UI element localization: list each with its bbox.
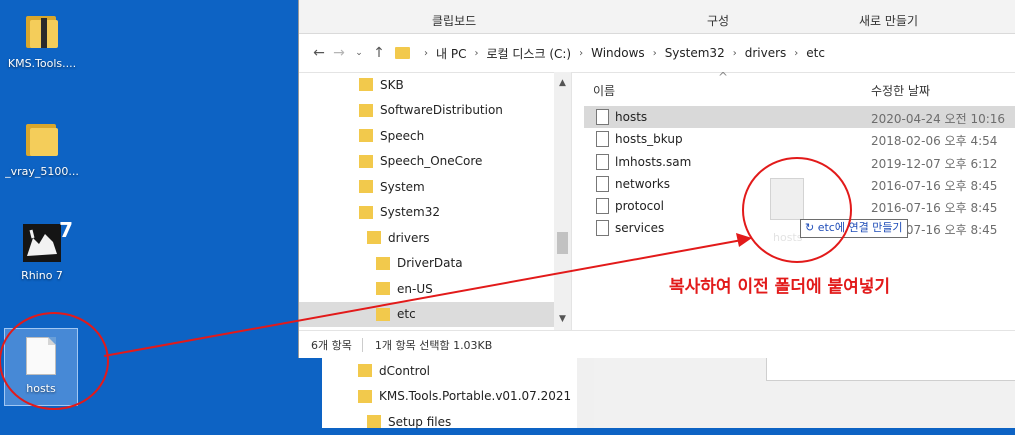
annotation-arrow-line [103,239,743,357]
annotation-text: 복사하여 이전 폴더에 붙여넣기 [669,277,891,297]
annotation-overlay [0,157,852,410]
annotation-circle-drag [742,157,852,263]
annotation-circle-desktop [0,312,109,410]
